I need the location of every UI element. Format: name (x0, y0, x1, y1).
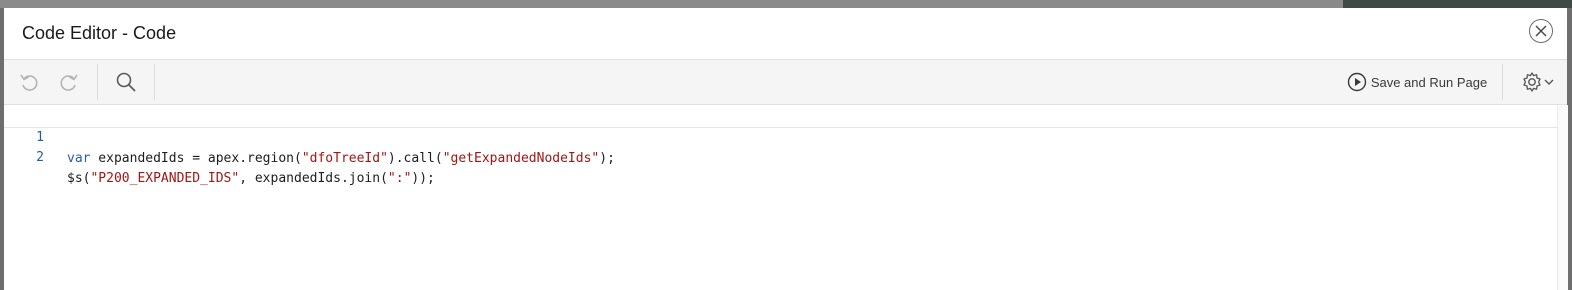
line-number: 2 (36, 150, 44, 165)
save-and-run-label: Save and Run Page (1370, 74, 1488, 90)
code-token: , expandedIds.join( (239, 171, 388, 186)
code-token: var (67, 151, 91, 166)
dialog-titlebar: Code Editor - Code (4, 8, 1567, 60)
code-token: "P200_EXPANDED_IDS" (90, 171, 240, 186)
code-text: $s("P200_EXPANDED_IDS", expandedIds.join… (67, 168, 435, 189)
code-token: ); (599, 151, 615, 166)
editor-toolbar: Save and Run Page (4, 60, 1567, 105)
background-header-strip (1343, 0, 1572, 8)
redo-icon (60, 74, 78, 91)
search-icon (116, 72, 136, 92)
code-token: "getExpandedNodeIds" (442, 151, 600, 166)
code-editor-area[interactable]: 1 var expandedIds = apex.region("dfoTree… (4, 105, 1568, 290)
editor-scrollbar[interactable] (1557, 105, 1568, 290)
save-and-run-button[interactable]: Save and Run Page (1344, 68, 1490, 96)
code-editor-dialog: Code Editor - Code Save and Run Page 1 v… (4, 8, 1568, 290)
search-button[interactable] (111, 68, 141, 96)
code-line[interactable]: 1 var expandedIds = apex.region("dfoTree… (4, 105, 1557, 166)
toolbar-separator (97, 64, 98, 100)
dialog-title: Code Editor - Code (22, 23, 177, 43)
chevron-down-icon (1544, 79, 1554, 85)
code-token: ":" (387, 171, 412, 186)
code-token: $s( (67, 171, 91, 186)
toolbar-separator (1502, 64, 1503, 100)
play-circle-icon (1347, 72, 1367, 92)
background-page (0, 0, 1572, 8)
close-icon (1535, 25, 1547, 37)
toolbar-separator (154, 64, 155, 100)
undo-icon (20, 74, 38, 91)
code-token: "dfoTreeId" (301, 151, 388, 166)
code-token: ).call( (387, 151, 443, 166)
redo-button[interactable] (54, 68, 84, 96)
code-text: var expandedIds = apex.region("dfoTreeId… (67, 148, 615, 169)
close-button[interactable] (1529, 19, 1553, 43)
code-line[interactable]: 2 $s("P200_EXPANDED_IDS", expandedIds.jo… (4, 126, 1557, 186)
code-token: expandedIds = apex.region( (90, 151, 302, 166)
undo-button[interactable] (14, 68, 44, 96)
settings-menu-button[interactable] (1518, 68, 1558, 96)
code-token: )); (411, 171, 435, 186)
gear-icon (1523, 72, 1541, 92)
